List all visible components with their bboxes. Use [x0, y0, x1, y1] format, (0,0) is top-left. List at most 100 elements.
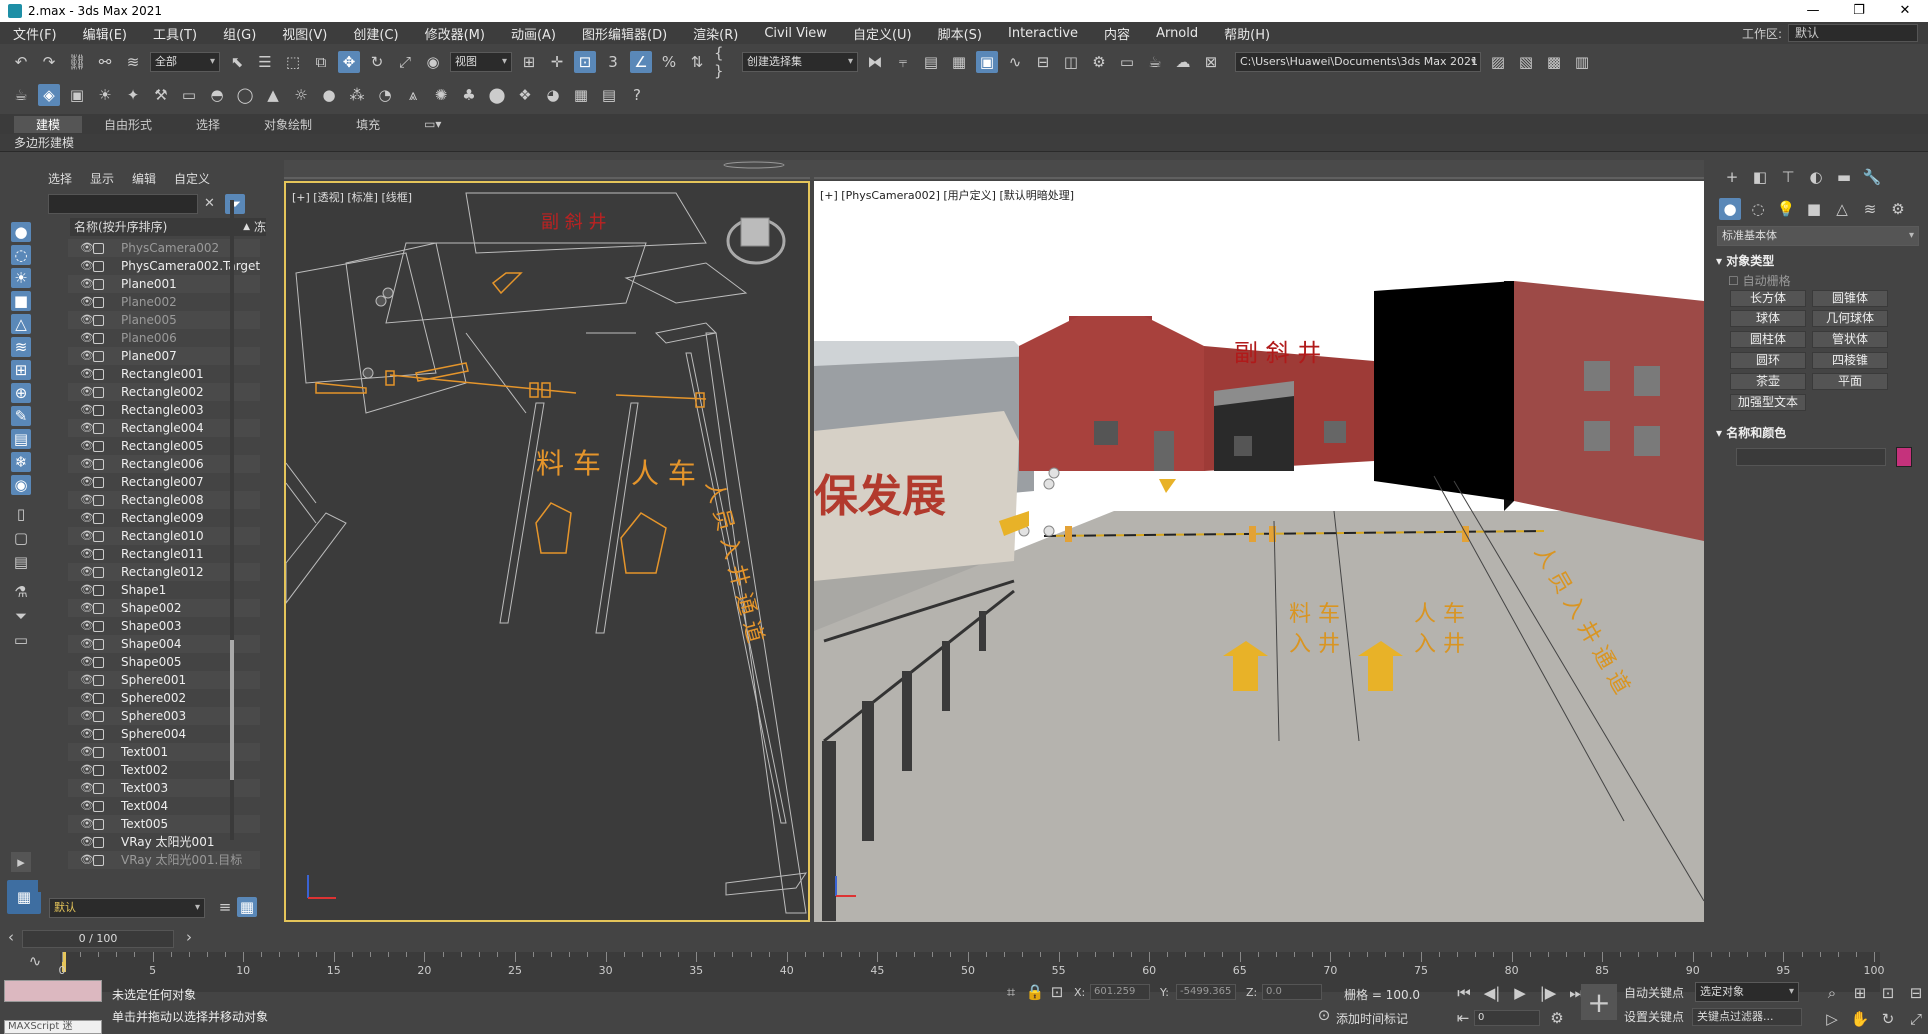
- key-filters-button[interactable]: 关键点过滤器...: [1692, 1008, 1802, 1026]
- mirror-icon[interactable]: ⧓: [864, 51, 886, 73]
- visibility-eye-icon[interactable]: 👁: [80, 311, 94, 329]
- field-of-view-icon[interactable]: ▷: [1821, 1008, 1843, 1030]
- viewport-camera[interactable]: 保发展 副 斜 井 料 车 入 井 人 车 入 井 人 员 入 井 通 道 [+…: [814, 181, 1704, 922]
- visibility-eye-icon[interactable]: 👁: [80, 563, 94, 581]
- tab-freeform[interactable]: 自由形式: [82, 116, 174, 133]
- filter-xrefs-icon[interactable]: ⊕: [11, 383, 31, 403]
- menu-create[interactable]: 创建(C): [340, 24, 411, 43]
- maximize-icon[interactable]: ❐: [1836, 0, 1882, 22]
- scene-explorer-icon[interactable]: ▦: [948, 51, 970, 73]
- scrollbar-thumb[interactable]: [230, 640, 234, 780]
- a360-icon[interactable]: ⊠: [1200, 51, 1222, 73]
- modify-tab-icon[interactable]: ◧: [1749, 166, 1771, 188]
- cone-button[interactable]: 圆锥体: [1812, 290, 1888, 307]
- list-item[interactable]: 👁 VRay 太阳光001.目标: [68, 851, 260, 869]
- cylinder-button[interactable]: 圆柱体: [1730, 331, 1806, 348]
- visibility-eye-icon[interactable]: 👁: [80, 599, 94, 617]
- project-settings-icon[interactable]: ▩: [1543, 51, 1565, 73]
- motion-tab-icon[interactable]: ◐: [1805, 166, 1827, 188]
- funnel-icon[interactable]: ⏷: [11, 606, 31, 626]
- object-type-rollout[interactable]: ▾ 对象类型: [1716, 252, 1774, 269]
- visibility-eye-icon[interactable]: 👁: [80, 293, 94, 311]
- vray-plane-icon[interactable]: ▭: [178, 84, 200, 106]
- select-rotate-icon[interactable]: ↻: [366, 51, 388, 73]
- add-time-tag-button[interactable]: 添加时间标记: [1336, 1010, 1408, 1027]
- visibility-eye-icon[interactable]: 👁: [80, 635, 94, 653]
- primitive-type-dropdown[interactable]: 标准基本体: [1717, 226, 1919, 246]
- vray-ambient-icon[interactable]: ●: [318, 84, 340, 106]
- plane-button[interactable]: 平面: [1812, 373, 1888, 390]
- teapot-icon[interactable]: ☕: [10, 84, 32, 106]
- absolute-mode-icon[interactable]: ⊡: [1047, 982, 1067, 1002]
- visibility-eye-icon[interactable]: 👁: [80, 491, 94, 509]
- x-coordinate-input[interactable]: 601.259: [1090, 984, 1150, 1000]
- visibility-eye-icon[interactable]: 👁: [80, 401, 94, 419]
- tab-selection[interactable]: 选择: [174, 116, 242, 133]
- visibility-eye-icon[interactable]: 👁: [80, 725, 94, 743]
- selection-filter-dropdown[interactable]: 全部: [150, 52, 220, 72]
- helpers-category-icon[interactable]: △: [1831, 198, 1853, 220]
- zoom-extents-icon[interactable]: ⊡: [1877, 982, 1899, 1004]
- sphere-button[interactable]: 球体: [1730, 310, 1806, 327]
- expand-icon[interactable]: ▸: [11, 852, 31, 872]
- prev-key-icon[interactable]: ◀|: [1481, 982, 1503, 1004]
- menu-animation[interactable]: 动画(A): [498, 24, 569, 43]
- scene-tab-edit[interactable]: 编辑: [132, 170, 156, 187]
- vray-scatter-icon[interactable]: ♣: [458, 84, 480, 106]
- visibility-eye-icon[interactable]: 👁: [80, 437, 94, 455]
- folder-icon[interactable]: ▭: [11, 630, 31, 650]
- filter-frozen-icon[interactable]: ❄: [11, 452, 31, 472]
- align-icon[interactable]: ⫧: [892, 51, 914, 73]
- time-tag-icon[interactable]: ⊙: [1315, 1006, 1333, 1024]
- filter-containers-icon[interactable]: ▤: [11, 429, 31, 449]
- isolate-icon[interactable]: ⌗: [1001, 982, 1021, 1002]
- tube-button[interactable]: 管状体: [1812, 331, 1888, 348]
- textplus-button[interactable]: 加强型文本: [1730, 394, 1806, 411]
- maxscript-listener-mini[interactable]: [4, 980, 102, 1002]
- visibility-eye-icon[interactable]: 👁: [80, 815, 94, 833]
- menu-civil-view[interactable]: Civil View: [751, 26, 840, 41]
- visibility-eye-icon[interactable]: 👁: [80, 347, 94, 365]
- filter-groups-icon[interactable]: ⊞: [11, 360, 31, 380]
- column-header-name[interactable]: 名称(按升序排序) ▲ 冻: [70, 218, 266, 236]
- object-name-input[interactable]: [1736, 448, 1886, 466]
- next-frame-arrow-icon[interactable]: ›: [181, 928, 197, 946]
- visibility-eye-icon[interactable]: 👁: [80, 779, 94, 797]
- open-folder-icon[interactable]: ▧: [1515, 51, 1537, 73]
- visibility-eye-icon[interactable]: 👁: [80, 761, 94, 779]
- scene-tab-select[interactable]: 选择: [48, 170, 72, 187]
- tab-modeling[interactable]: 建模: [14, 115, 83, 133]
- filter-toggle-icon[interactable]: ⏷: [225, 194, 245, 214]
- select-by-name-icon[interactable]: ☰: [254, 51, 276, 73]
- vray-denoise-icon[interactable]: ▦: [570, 84, 592, 106]
- place-icon[interactable]: ◉: [422, 51, 444, 73]
- visibility-eye-icon[interactable]: 👁: [80, 365, 94, 383]
- render-icon[interactable]: ☕: [1144, 51, 1166, 73]
- visibility-eye-icon[interactable]: 👁: [80, 383, 94, 401]
- layer-settings-icon[interactable]: ▦: [237, 897, 257, 917]
- y-coordinate-input[interactable]: -5499.365: [1176, 984, 1236, 1000]
- visibility-eye-icon[interactable]: 👁: [80, 851, 94, 869]
- visibility-eye-icon[interactable]: 👁: [80, 527, 94, 545]
- menu-tools[interactable]: 工具(T): [140, 24, 210, 43]
- current-frame-input[interactable]: 0: [1474, 1010, 1540, 1026]
- geometry-category-icon[interactable]: ●: [1719, 198, 1741, 220]
- vray-settings-icon[interactable]: ⚒: [150, 84, 172, 106]
- lights-category-icon[interactable]: 💡: [1775, 198, 1797, 220]
- filter-geometry-icon[interactable]: ●: [11, 222, 31, 242]
- vray-help-icon[interactable]: ?: [626, 84, 648, 106]
- spinner-snap-icon[interactable]: ⇅: [686, 51, 708, 73]
- filter-helpers-icon[interactable]: △: [11, 314, 31, 334]
- close-icon[interactable]: ✕: [1882, 0, 1928, 22]
- teapot-button[interactable]: 茶壶: [1730, 373, 1806, 390]
- tab-object-paint[interactable]: 对象绘制: [242, 116, 334, 133]
- visibility-eye-icon[interactable]: 👁: [80, 707, 94, 725]
- display-none-icon[interactable]: ▢: [11, 528, 31, 548]
- edit-named-selection-icon[interactable]: { }: [714, 44, 736, 80]
- visibility-eye-icon[interactable]: 👁: [80, 581, 94, 599]
- visibility-eye-icon[interactable]: 👁: [80, 473, 94, 491]
- select-move-icon[interactable]: ✥: [338, 51, 360, 73]
- autogrid-checkbox[interactable]: ☐ 自动栅格: [1728, 272, 1791, 289]
- vray-sphere-fade-icon[interactable]: ✺: [430, 84, 452, 106]
- vray-exporter-icon[interactable]: ▤: [598, 84, 620, 106]
